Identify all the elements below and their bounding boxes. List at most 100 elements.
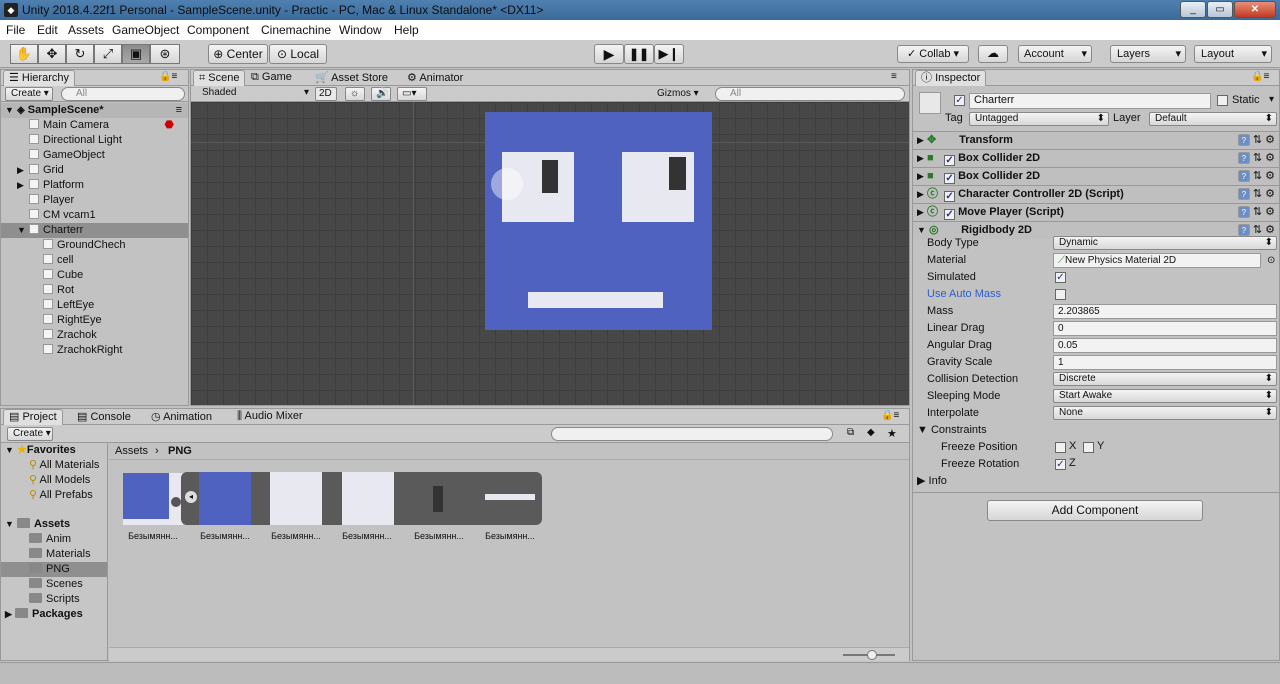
use-auto-mass-checkbox[interactable] xyxy=(1055,289,1066,300)
menu-help[interactable]: Help xyxy=(394,23,419,37)
menu-cinemachine[interactable]: Cinemachine xyxy=(261,23,331,37)
filter-type-icon[interactable]: ⧉ xyxy=(847,427,854,438)
folder-png[interactable]: PNG xyxy=(1,562,107,577)
hierarchy-item-zrachok[interactable]: Zrachok xyxy=(1,328,188,343)
menu-window[interactable]: Window xyxy=(339,23,382,37)
tab-console[interactable]: ▤ Console xyxy=(77,410,131,423)
interpolate-dropdown[interactable]: None ⬍ xyxy=(1053,406,1277,420)
sleeping-mode-dropdown[interactable]: Start Awake ⬍ xyxy=(1053,389,1277,403)
pivot-local-button[interactable]: ⊙ Local xyxy=(269,44,327,64)
object-picker-icon[interactable]: ⊙ xyxy=(1267,252,1275,269)
layer-dropdown[interactable]: Default ⬍ xyxy=(1149,112,1277,126)
pivot-center-button[interactable]: ⊕ Center xyxy=(208,44,268,64)
rect-tool-icon[interactable]: ▣ xyxy=(122,44,150,64)
component-settings-icon[interactable]: ? ⇅ ⚙ xyxy=(1237,204,1275,221)
rotate-tool-icon[interactable]: ↻ xyxy=(66,44,94,64)
layers-dropdown[interactable]: Layers ▾ xyxy=(1110,45,1186,63)
account-dropdown[interactable]: Account ▾ xyxy=(1018,45,1092,63)
hierarchy-item-rot[interactable]: Rot xyxy=(1,283,188,298)
sprite-thumb-3[interactable] xyxy=(342,472,394,525)
hierarchy-item-lefteye[interactable]: LeftEye xyxy=(1,298,188,313)
hand-tool-icon[interactable]: ✋ xyxy=(10,44,38,64)
collapse-arrow-icon[interactable]: ◂ xyxy=(185,491,197,503)
minimize-button[interactable]: _ xyxy=(1180,1,1206,18)
effects-dropdown-icon[interactable]: ▭▾ xyxy=(397,87,427,101)
menu-edit[interactable]: Edit xyxy=(37,23,58,37)
project-search-input[interactable] xyxy=(551,427,833,441)
hierarchy-item-platform[interactable]: ▶ Platform xyxy=(1,178,188,193)
tab-inspector[interactable]: ⓘ Inspector xyxy=(915,70,987,86)
maximize-button[interactable]: ▭ xyxy=(1207,1,1233,18)
favorites-row[interactable]: ▼ ★Favorites xyxy=(5,443,76,458)
hierarchy-item-groundchech[interactable]: GroundChech xyxy=(1,238,188,253)
close-button[interactable]: ✕ xyxy=(1234,1,1276,18)
sprite-thumb-1[interactable] xyxy=(199,472,251,525)
shading-dropdown[interactable]: Shaded ▾ xyxy=(197,87,309,101)
cloud-icon[interactable]: ☁ xyxy=(978,45,1008,63)
slider-handle[interactable] xyxy=(867,650,877,660)
tab-game[interactable]: ⧉ Game xyxy=(251,71,292,84)
component-enabled-checkbox[interactable]: ✓ xyxy=(944,209,956,220)
constraints-foldout[interactable]: ▼ Constraints xyxy=(917,422,987,439)
component-header-2[interactable]: ▶ ■ ✓ Box Collider 2D? ⇅ ⚙ xyxy=(913,167,1279,185)
favorite-item[interactable]: ⚲ All Materials xyxy=(29,458,99,473)
hierarchy-item-righteye[interactable]: RightEye xyxy=(1,313,188,328)
component-header-4[interactable]: ▶ ⓒ ✓ Move Player (Script)? ⇅ ⚙ xyxy=(913,203,1279,221)
body-type-dropdown[interactable]: Dynamic ⬍ xyxy=(1053,236,1277,250)
component-enabled-checkbox[interactable]: ✓ xyxy=(944,191,956,202)
mode-2d-toggle[interactable]: 2D xyxy=(315,87,337,101)
transform-tool-icon[interactable]: ⊛ xyxy=(150,44,180,64)
hierarchy-item-gameobject[interactable]: GameObject xyxy=(1,148,188,163)
component-settings-icon[interactable]: ? ⇅ ⚙ xyxy=(1237,168,1275,185)
pause-button[interactable]: ❚❚ xyxy=(624,44,654,64)
lock-icon[interactable]: 🔒≡ xyxy=(159,71,177,82)
tab-animation[interactable]: ◷ Animation xyxy=(151,410,212,423)
hierarchy-search-input[interactable]: All xyxy=(61,87,185,101)
assets-row[interactable]: ▼ Assets xyxy=(5,517,70,532)
move-tool-icon[interactable]: ✥ xyxy=(38,44,66,64)
project-lock-icon[interactable]: 🔒≡ xyxy=(881,410,899,421)
breadcrumb-png[interactable]: PNG xyxy=(168,445,192,457)
scene-root-row[interactable]: ▼ ◈ SampleScene* ≡ xyxy=(1,103,188,118)
hierarchy-item-directional-light[interactable]: Directional Light xyxy=(1,133,188,148)
scene-viewport[interactable] xyxy=(191,102,909,405)
hierarchy-item-cube[interactable]: Cube xyxy=(1,268,188,283)
collision-detection-dropdown[interactable]: Discrete ⬍ xyxy=(1053,372,1277,386)
material-field[interactable]: ⟋New Physics Material 2D xyxy=(1053,253,1261,268)
tab-asset-store[interactable]: 🛒 Asset Store xyxy=(315,71,388,84)
add-component-button[interactable]: Add Component xyxy=(987,500,1203,521)
lighting-toggle-icon[interactable]: ☼ xyxy=(345,87,365,101)
favorite-item[interactable]: ⚲ All Models xyxy=(29,473,99,488)
static-checkbox[interactable] xyxy=(1217,95,1228,106)
sprite-thumb-4[interactable] xyxy=(433,486,443,512)
tag-dropdown[interactable]: Untagged ⬍ xyxy=(969,112,1109,126)
component-header-3[interactable]: ▶ ⓒ ✓ Character Controller 2D (Script)? … xyxy=(913,185,1279,203)
expand-arrow-icon[interactable]: ▼ xyxy=(17,223,26,238)
menu-gameobject[interactable]: GameObject xyxy=(112,23,179,37)
folder-scripts[interactable]: Scripts xyxy=(1,592,107,607)
favorite-star-icon[interactable]: ★ xyxy=(887,427,897,440)
menu-component[interactable]: Component xyxy=(187,23,249,37)
hierarchy-item-main-camera[interactable]: Main Camera ⬣ xyxy=(1,118,188,133)
favorite-item[interactable]: ⚲ All Prefabs xyxy=(29,488,99,503)
scale-tool-icon[interactable]: ⤢ xyxy=(94,44,122,64)
object-name-field[interactable]: Charterr xyxy=(969,93,1211,109)
component-header-1[interactable]: ▶ ■ ✓ Box Collider 2D? ⇅ ⚙ xyxy=(913,149,1279,167)
folder-scenes[interactable]: Scenes xyxy=(1,577,107,592)
angular-drag-field[interactable]: 0.05 xyxy=(1053,338,1277,353)
component-enabled-checkbox[interactable]: ✓ xyxy=(944,155,956,166)
expand-arrow-icon[interactable]: ▶ xyxy=(17,163,24,178)
folder-materials[interactable]: Materials xyxy=(1,547,107,562)
layout-dropdown[interactable]: Layout ▾ xyxy=(1194,45,1272,63)
folder-anim[interactable]: Anim xyxy=(1,532,107,547)
freeze-position-y-checkbox[interactable] xyxy=(1083,442,1094,453)
hierarchy-create-dropdown[interactable]: Create ▾ xyxy=(5,87,53,101)
component-enabled-checkbox[interactable]: ✓ xyxy=(944,173,956,184)
freeze-position-x-checkbox[interactable] xyxy=(1055,442,1066,453)
inspector-lock-icon[interactable]: 🔒≡ xyxy=(1251,71,1269,82)
expand-arrow-icon[interactable]: ▶ xyxy=(17,178,24,193)
project-create-dropdown[interactable]: Create ▾ xyxy=(7,427,53,441)
tab-hierarchy[interactable]: ☰ Hierarchy xyxy=(3,70,75,86)
component-settings-icon[interactable]: ? ⇅ ⚙ xyxy=(1237,150,1275,167)
static-dropdown-icon[interactable]: ▾ xyxy=(1269,94,1274,105)
